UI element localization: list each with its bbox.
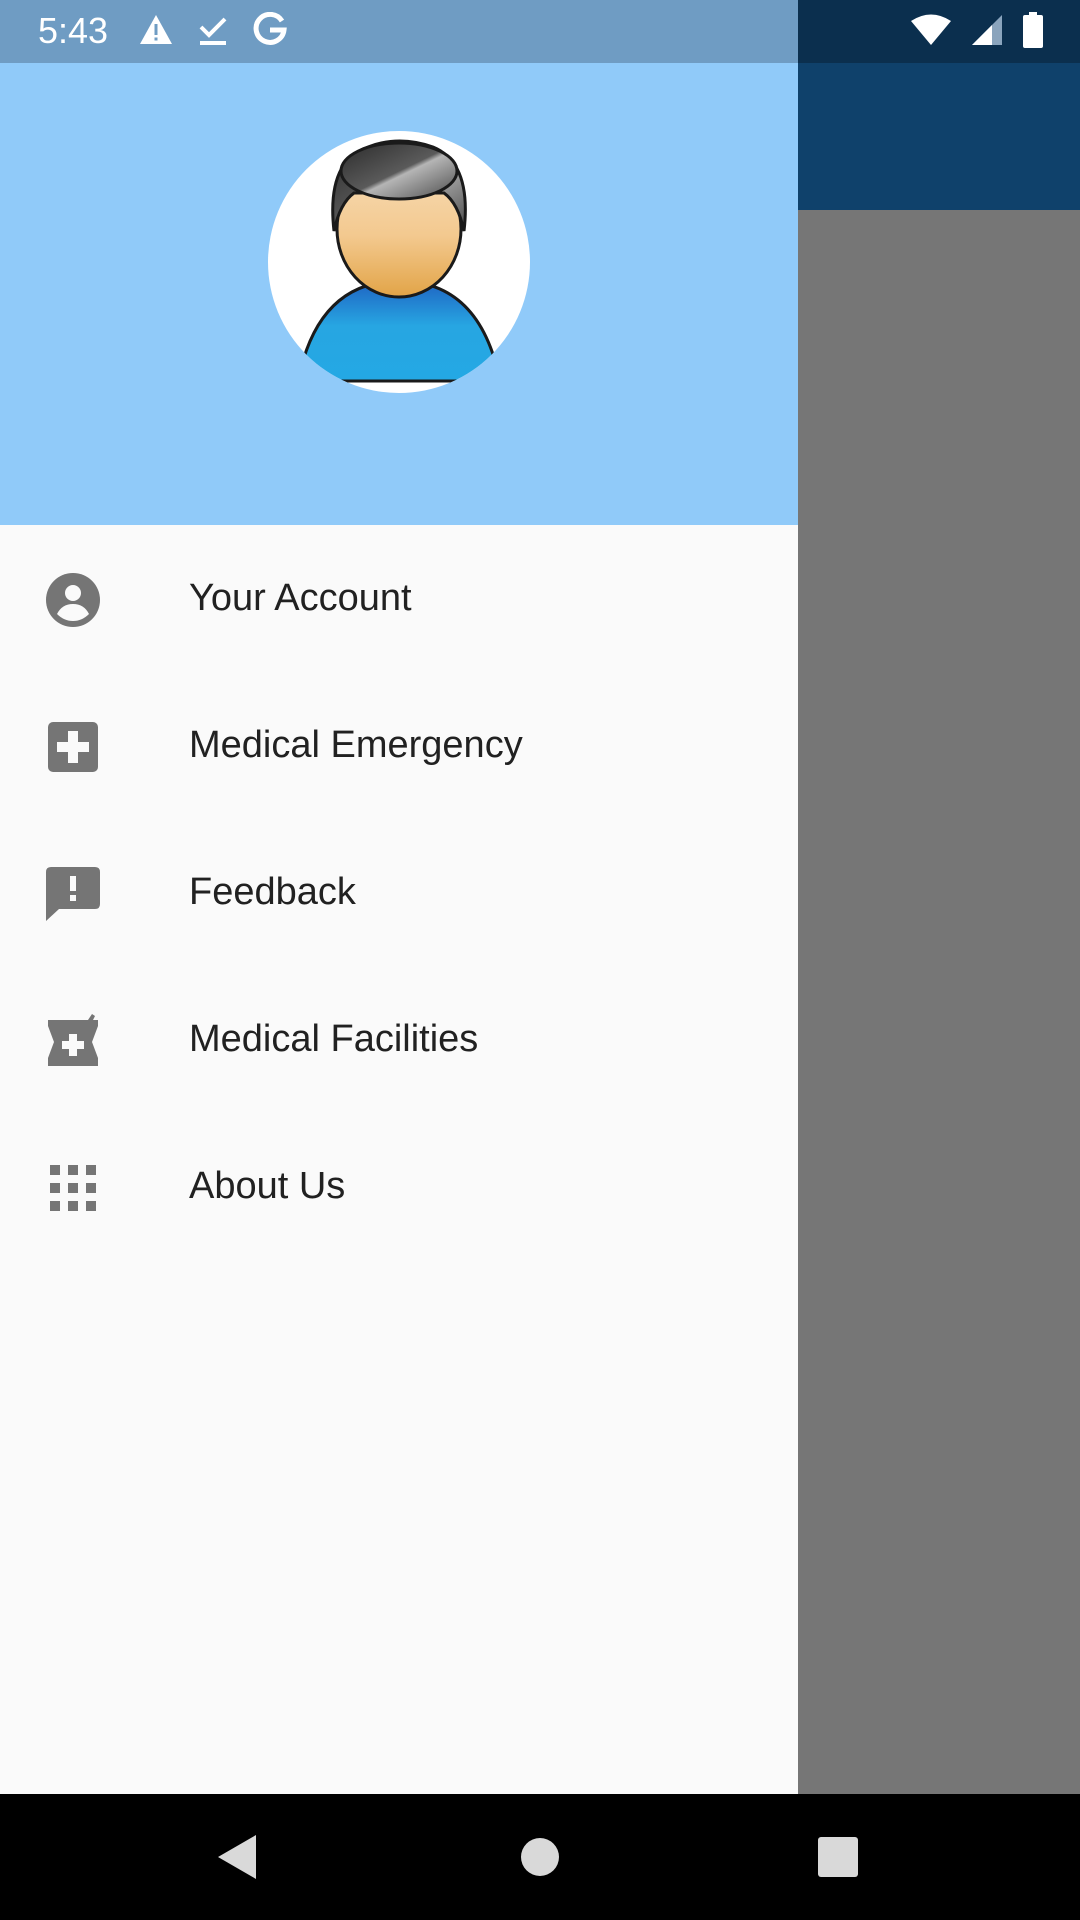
home-icon[interactable] (510, 1827, 570, 1887)
screen: 5:43 Your Account Medical Emergency Feed… (0, 0, 1080, 1920)
user-avatar[interactable] (268, 131, 530, 393)
menu-item-your-account[interactable]: Your Account (0, 525, 798, 672)
system-nav-bar (0, 1794, 1080, 1920)
status-notification-icons (138, 11, 288, 53)
status-time: 5:43 (38, 10, 109, 51)
menu-item-feedback[interactable]: Feedback (0, 819, 798, 966)
status-bar-drawer-section (0, 0, 798, 63)
feedback-icon (46, 867, 100, 921)
google-icon (252, 11, 288, 53)
pharmacy-icon (46, 1014, 100, 1068)
warning-icon (138, 13, 174, 52)
menu-label-your-account: Your Account (189, 577, 412, 619)
status-bar: 5:43 (0, 0, 1080, 63)
menu-item-medical-emergency[interactable]: Medical Emergency (0, 672, 798, 819)
download-done-icon (196, 13, 230, 52)
account-circle-icon (46, 573, 100, 627)
battery-icon (1022, 11, 1044, 53)
drawer-header (0, 63, 798, 525)
menu-item-about-us[interactable]: About Us (0, 1113, 798, 1260)
status-system-icons (910, 11, 1044, 53)
back-icon[interactable] (210, 1827, 270, 1887)
menu-item-medical-facilities[interactable]: Medical Facilities (0, 966, 798, 1113)
navigation-drawer: Your Account Medical Emergency Feedback … (0, 63, 798, 1794)
menu-label-feedback: Feedback (189, 871, 356, 913)
wifi-icon (910, 14, 952, 51)
drawer-menu: Your Account Medical Emergency Feedback … (0, 525, 798, 1260)
menu-label-about-us: About Us (189, 1165, 346, 1207)
medical-cross-icon (46, 720, 100, 774)
menu-label-medical-emergency: Medical Emergency (189, 724, 523, 766)
apps-grid-icon (46, 1161, 100, 1215)
menu-label-medical-facilities: Medical Facilities (189, 1018, 479, 1060)
recents-icon[interactable] (808, 1827, 868, 1887)
signal-icon (970, 13, 1004, 52)
